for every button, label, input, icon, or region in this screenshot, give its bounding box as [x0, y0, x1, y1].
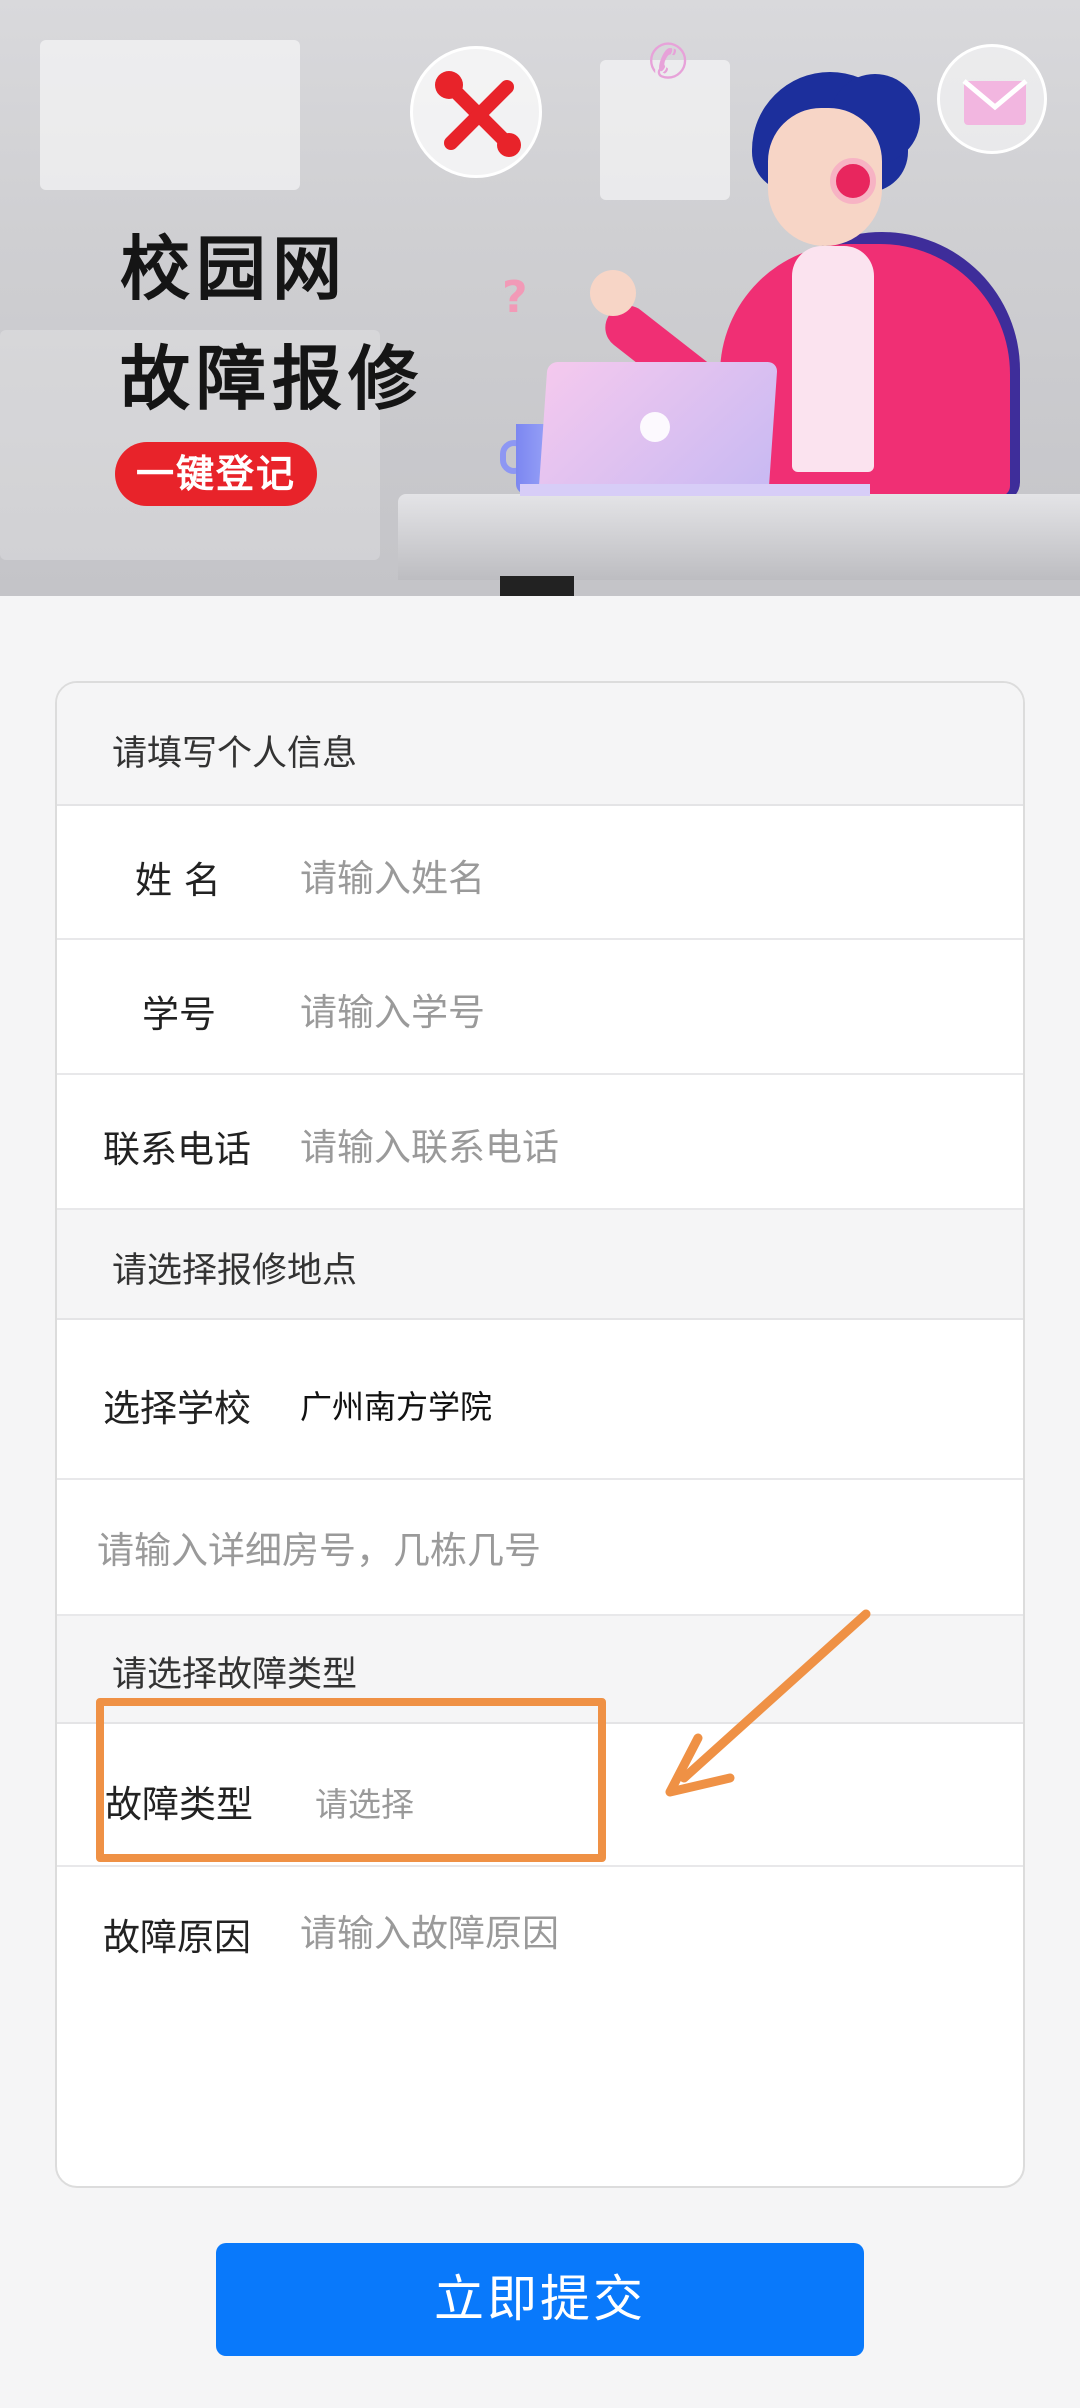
school-row[interactable]: 选择学校 广州南方学院 [57, 1320, 1023, 1480]
repair-form-card: 请填写个人信息 姓 名 请输入姓名 学号 请输入学号 联系电话 请输入联系电话 … [55, 681, 1025, 2188]
laptop-base [520, 484, 870, 496]
room-row: 请输入详细房号，几栋几号 [57, 1480, 1023, 1616]
repair-tools-icon [410, 46, 542, 178]
mail-icon [937, 44, 1047, 154]
fault-reason-row: 故障原因 请输入故障原因 [57, 1867, 1023, 2186]
name-row: 姓 名 请输入姓名 [57, 806, 1023, 940]
person-hand [590, 270, 636, 316]
fault-reason-label: 故障原因 [103, 1916, 251, 1959]
fault-type-highlight-box [96, 1698, 606, 1862]
phone-label: 联系电话 [103, 1128, 251, 1171]
desk-leg [500, 576, 574, 596]
phone-row: 联系电话 请输入联系电话 [57, 1075, 1023, 1210]
location-section: 请选择报修地点 [57, 1210, 1023, 1320]
room-input[interactable]: 请输入详细房号，几栋几号 [97, 1520, 541, 1574]
section-title: 请选择故障类型 [112, 1655, 358, 1695]
student-id-row: 学号 请输入学号 [57, 940, 1023, 1075]
banner-title-line1: 校园网 [120, 228, 348, 310]
name-input[interactable]: 请输入姓名 [300, 848, 485, 902]
name-label: 姓 名 [135, 859, 221, 902]
school-select[interactable]: 广州南方学院 [300, 1382, 492, 1428]
student-id-label: 学号 [142, 993, 216, 1036]
desk-illustration [398, 494, 1080, 580]
phone-input[interactable]: 请输入联系电话 [300, 1117, 559, 1171]
question-mark-icon: ? [502, 272, 528, 323]
section-title: 请填写个人信息 [112, 734, 358, 774]
banner: ✆ ? 校园网 故障报修 一键登记 [0, 0, 1080, 596]
banner-title: 校园网 故障报修 [120, 214, 424, 434]
person-shirt [792, 246, 874, 472]
annotation-arrow-icon [665, 1609, 871, 1797]
section-title: 请选择报修地点 [112, 1251, 358, 1291]
banner-badge: 一键登记 [115, 442, 317, 506]
laptop-logo [640, 412, 670, 442]
fault-reason-textarea[interactable]: 请输入故障原因 [300, 1903, 559, 1957]
student-id-input[interactable]: 请输入学号 [300, 982, 485, 1036]
phone-icon: ✆ [648, 34, 689, 90]
headset-icon [830, 158, 876, 204]
personal-info-section: 请填写个人信息 [57, 683, 1023, 806]
window-decoration [40, 40, 300, 190]
school-label: 选择学校 [103, 1387, 251, 1430]
submit-button[interactable]: 立即提交 [216, 2243, 864, 2356]
banner-title-line2: 故障报修 [120, 338, 424, 420]
